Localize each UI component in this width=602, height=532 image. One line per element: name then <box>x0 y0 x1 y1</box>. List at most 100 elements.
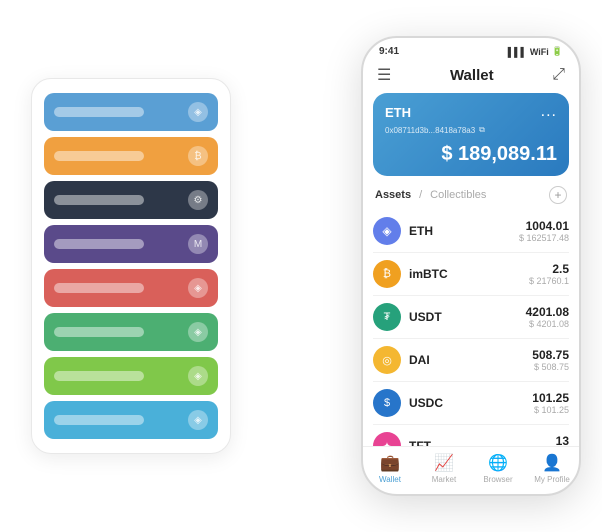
nav-wallet[interactable]: 💼 Wallet <box>363 453 417 484</box>
asset-balance-tft: 13 <box>556 434 569 446</box>
stack-card-7[interactable]: ◈ <box>44 357 218 395</box>
market-nav-label: Market <box>432 475 456 484</box>
stack-card-label-4 <box>54 239 144 249</box>
asset-amounts-eth: 1004.01 $ 162517.48 <box>519 219 569 243</box>
asset-name-imbtc: imBTC <box>409 267 529 281</box>
asset-info-usdc: USDC <box>409 396 532 410</box>
eth-card-top: ETH ... <box>385 103 557 121</box>
menu-icon[interactable]: ☰ <box>377 65 391 85</box>
stack-card-label-1 <box>54 107 144 117</box>
stack-card-icon-6: ◈ <box>188 322 208 342</box>
card-stack: ◈ ₿ ⚙ M ◈ ◈ ◈ ◈ <box>31 78 231 454</box>
stack-card-label-5 <box>54 283 144 293</box>
asset-amounts-usdt: 4201.08 $ 4201.08 <box>526 305 569 329</box>
wallet-nav-label: Wallet <box>379 475 401 484</box>
copy-icon[interactable]: ⧉ <box>479 125 485 135</box>
asset-usd-usdc: $ 101.25 <box>532 405 569 415</box>
bottom-nav: 💼 Wallet 📈 Market 🌐 Browser 👤 My Profile <box>363 446 579 494</box>
asset-usd-dai: $ 508.75 <box>532 362 569 372</box>
asset-item-imbtc[interactable]: ₿ imBTC 2.5 $ 21760.1 <box>373 253 569 296</box>
assets-tabs: Assets / Collectibles <box>375 189 486 201</box>
eth-more-icon[interactable]: ... <box>541 103 557 121</box>
asset-item-dai[interactable]: ◎ DAI 508.75 $ 508.75 <box>373 339 569 382</box>
asset-list: ◈ ETH 1004.01 $ 162517.48 ₿ imBTC 2.5 $ … <box>363 210 579 446</box>
profile-nav-label: My Profile <box>534 475 570 484</box>
status-bar: 9:41 ▌▌▌ WiFi 🔋 <box>363 38 579 61</box>
usdt-icon: ₮ <box>373 303 401 331</box>
eth-balance: $ 189,089.11 <box>385 143 557 166</box>
asset-info-tft: TFT <box>409 439 556 446</box>
status-time: 9:41 <box>379 46 399 57</box>
asset-item-tft[interactable]: ✦ TFT 13 0 <box>373 425 569 446</box>
assets-header: Assets / Collectibles + <box>363 186 579 210</box>
asset-balance-dai: 508.75 <box>532 348 569 362</box>
stack-card-8[interactable]: ◈ <box>44 401 218 439</box>
asset-amounts-tft: 13 0 <box>556 434 569 446</box>
wifi-icon: WiFi <box>530 47 549 57</box>
stack-card-label-7 <box>54 371 144 381</box>
asset-item-usdc[interactable]: $ USDC 101.25 $ 101.25 <box>373 382 569 425</box>
nav-profile[interactable]: 👤 My Profile <box>525 453 579 484</box>
tab-collectibles[interactable]: Collectibles <box>430 189 486 201</box>
stack-card-label-8 <box>54 415 144 425</box>
phone-header: ☰ Wallet ⤢ <box>363 61 579 93</box>
asset-usd-usdt: $ 4201.08 <box>526 319 569 329</box>
nav-browser[interactable]: 🌐 Browser <box>471 453 525 484</box>
stack-card-icon-2: ₿ <box>188 146 208 166</box>
stack-card-5[interactable]: ◈ <box>44 269 218 307</box>
asset-name-usdt: USDT <box>409 310 526 324</box>
asset-item-usdt[interactable]: ₮ USDT 4201.08 $ 4201.08 <box>373 296 569 339</box>
scene: ◈ ₿ ⚙ M ◈ ◈ ◈ ◈ <box>11 11 591 521</box>
asset-amounts-imbtc: 2.5 $ 21760.1 <box>529 262 569 286</box>
status-icons: ▌▌▌ WiFi 🔋 <box>508 46 563 57</box>
tab-divider: / <box>419 189 422 201</box>
browser-nav-label: Browser <box>483 475 512 484</box>
stack-card-label-6 <box>54 327 144 337</box>
asset-balance-usdc: 101.25 <box>532 391 569 405</box>
eth-card[interactable]: ETH ... 0x08711d3b...8418a78a3 ⧉ $ 189,0… <box>373 93 569 176</box>
usdc-icon: $ <box>373 389 401 417</box>
asset-amounts-dai: 508.75 $ 508.75 <box>532 348 569 372</box>
asset-balance-eth: 1004.01 <box>519 219 569 233</box>
eth-label: ETH <box>385 105 411 120</box>
asset-name-eth: ETH <box>409 224 519 238</box>
stack-card-label-3 <box>54 195 144 205</box>
eth-address: 0x08711d3b...8418a78a3 ⧉ <box>385 125 557 135</box>
stack-card-2[interactable]: ₿ <box>44 137 218 175</box>
asset-item-eth[interactable]: ◈ ETH 1004.01 $ 162517.48 <box>373 210 569 253</box>
market-nav-icon: 📈 <box>434 453 454 473</box>
stack-card-4[interactable]: M <box>44 225 218 263</box>
asset-info-usdt: USDT <box>409 310 526 324</box>
asset-name-usdc: USDC <box>409 396 532 410</box>
asset-balance-usdt: 4201.08 <box>526 305 569 319</box>
stack-card-label-2 <box>54 151 144 161</box>
nav-market[interactable]: 📈 Market <box>417 453 471 484</box>
battery-icon: 🔋 <box>552 46 563 57</box>
asset-balance-imbtc: 2.5 <box>529 262 569 276</box>
asset-info-imbtc: imBTC <box>409 267 529 281</box>
asset-usd-eth: $ 162517.48 <box>519 233 569 243</box>
add-asset-button[interactable]: + <box>549 186 567 204</box>
tab-assets[interactable]: Assets <box>375 189 411 201</box>
browser-nav-icon: 🌐 <box>488 453 508 473</box>
stack-card-icon-7: ◈ <box>188 366 208 386</box>
asset-usd-imbtc: $ 21760.1 <box>529 276 569 286</box>
asset-info-eth: ETH <box>409 224 519 238</box>
expand-icon[interactable]: ⤢ <box>552 66 565 84</box>
stack-card-3[interactable]: ⚙ <box>44 181 218 219</box>
asset-name-tft: TFT <box>409 439 556 446</box>
stack-card-icon-1: ◈ <box>188 102 208 122</box>
stack-card-icon-3: ⚙ <box>188 190 208 210</box>
signal-icon: ▌▌▌ <box>508 47 527 57</box>
wallet-nav-icon: 💼 <box>380 453 400 473</box>
stack-card-6[interactable]: ◈ <box>44 313 218 351</box>
stack-card-1[interactable]: ◈ <box>44 93 218 131</box>
page-title: Wallet <box>450 67 494 84</box>
stack-card-icon-4: M <box>188 234 208 254</box>
imbtc-icon: ₿ <box>373 260 401 288</box>
phone-mockup: 9:41 ▌▌▌ WiFi 🔋 ☰ Wallet ⤢ ETH ... 0x087… <box>361 36 581 496</box>
stack-card-icon-5: ◈ <box>188 278 208 298</box>
asset-amounts-usdc: 101.25 $ 101.25 <box>532 391 569 415</box>
profile-nav-icon: 👤 <box>542 453 562 473</box>
asset-info-dai: DAI <box>409 353 532 367</box>
